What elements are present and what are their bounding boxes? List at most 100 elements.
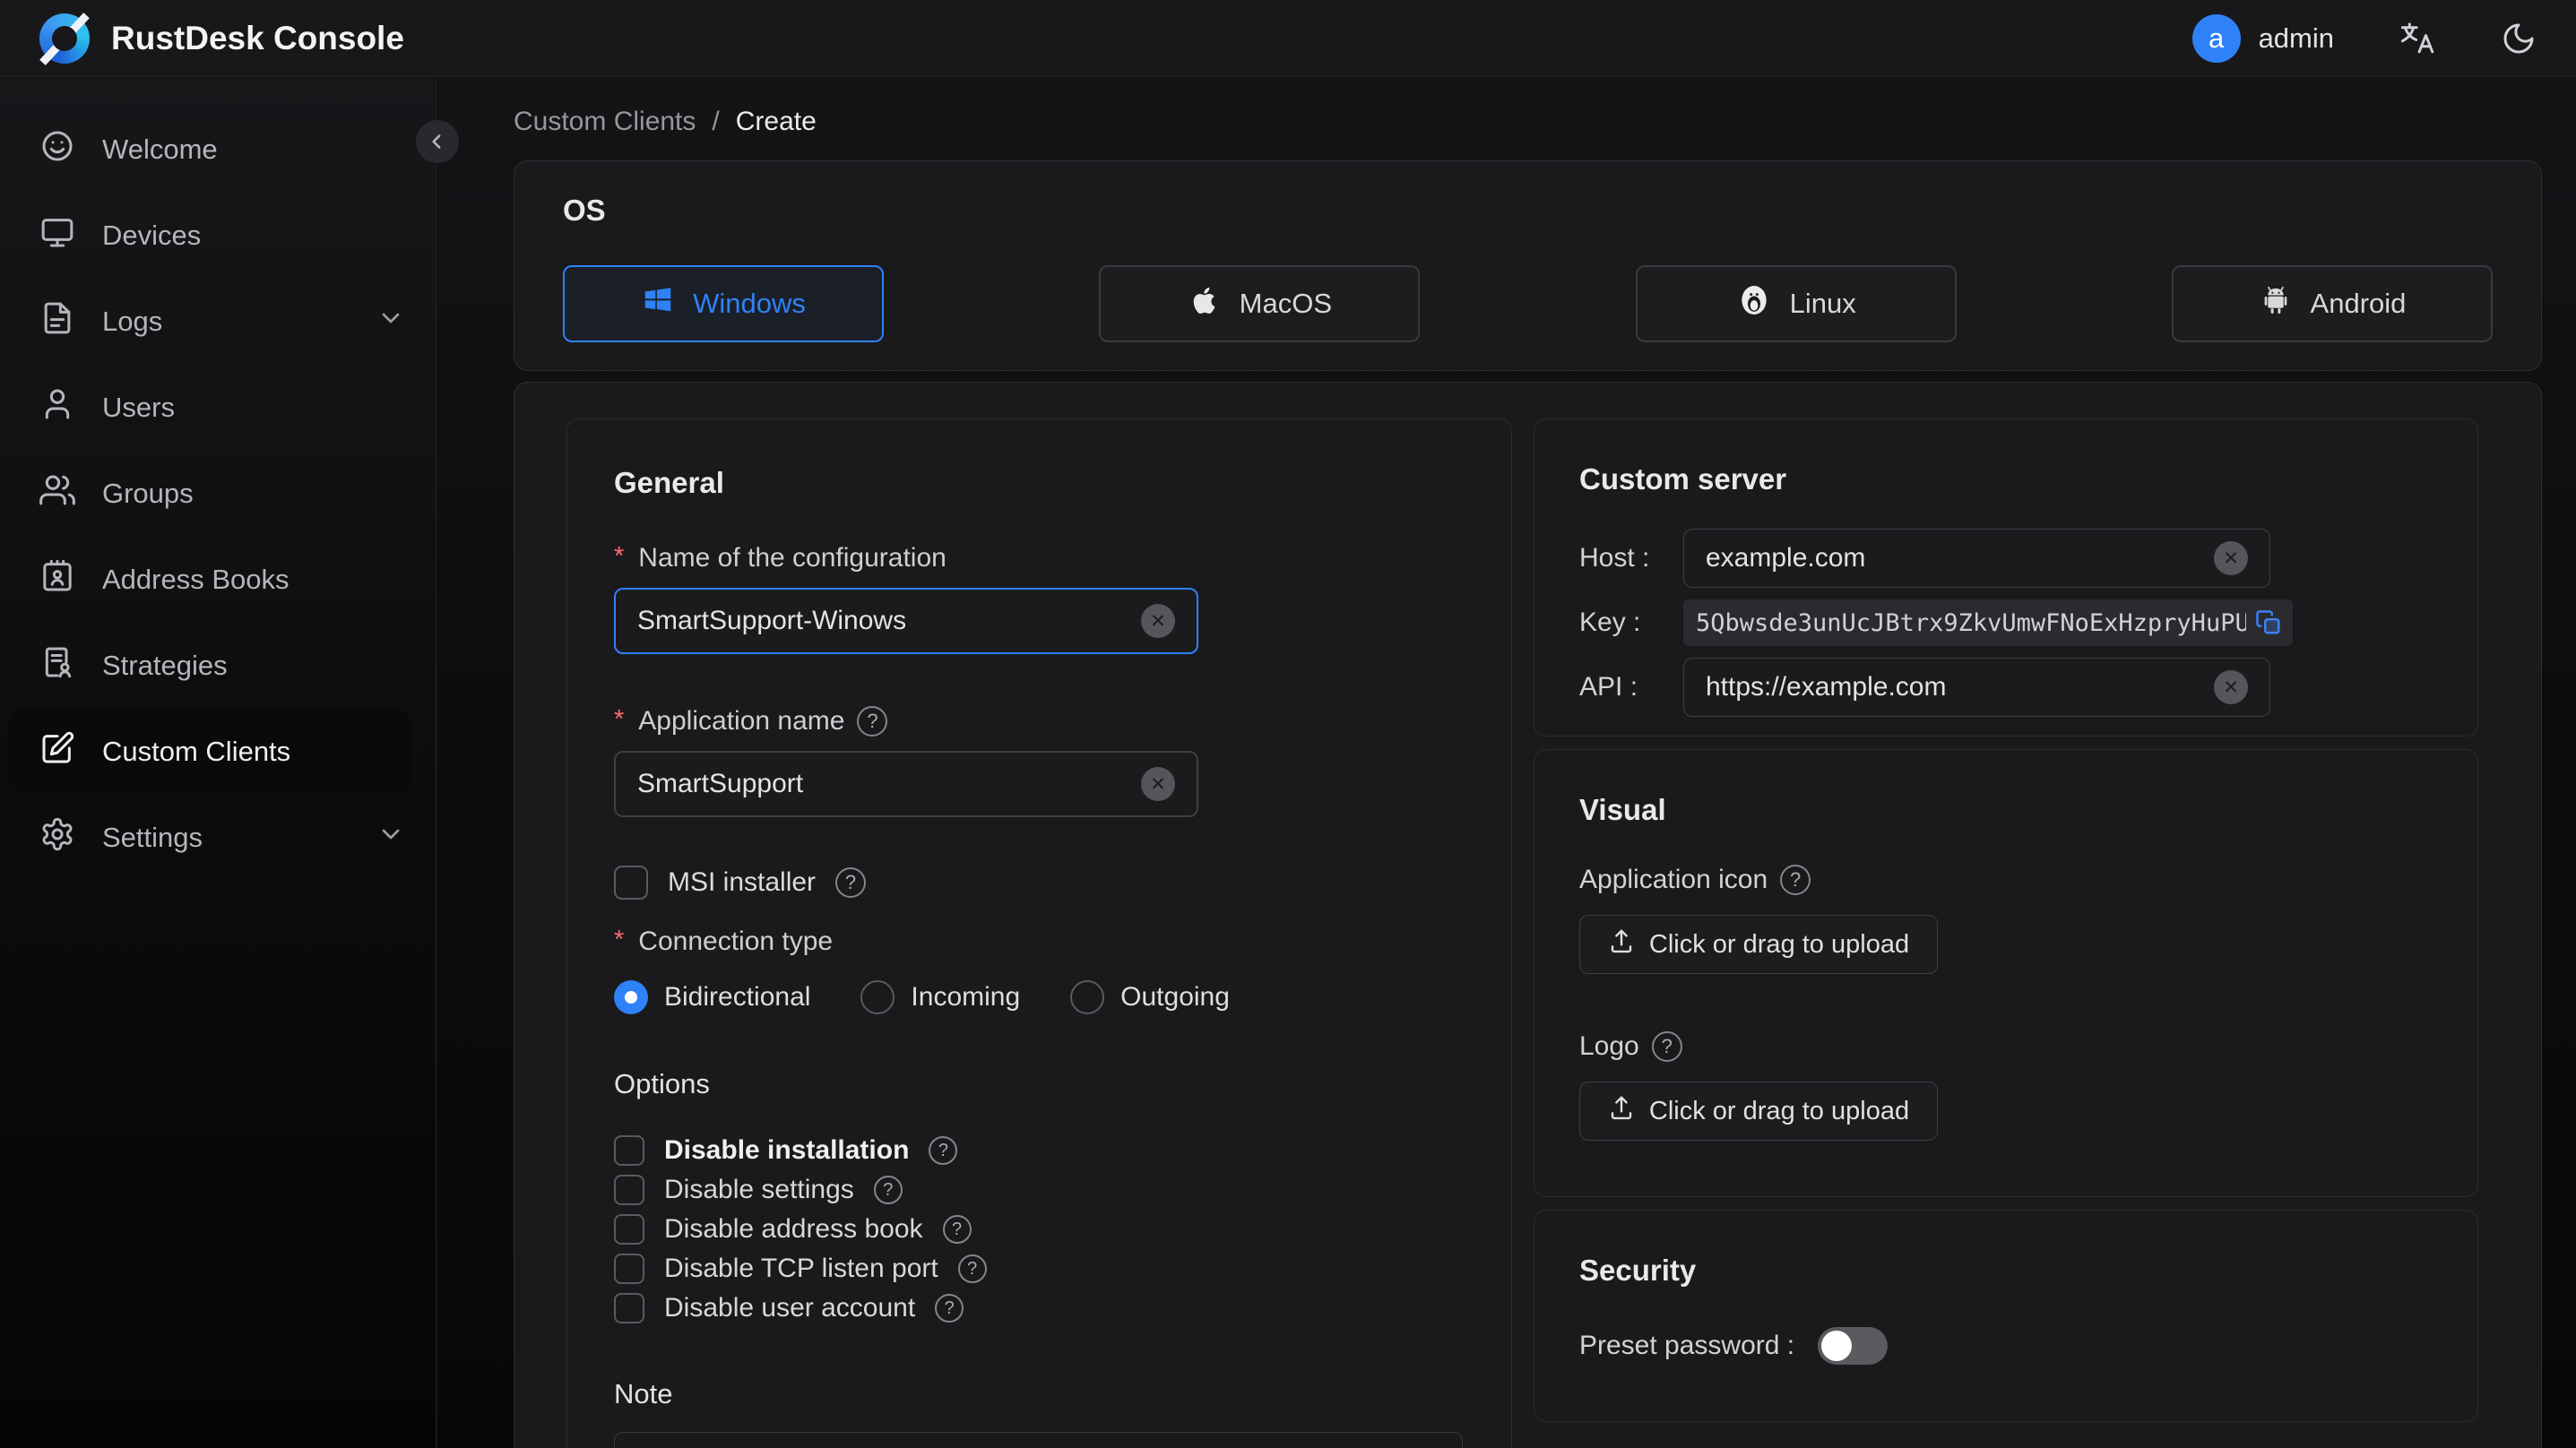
help-icon[interactable]: ? (1780, 865, 1811, 895)
translate-icon[interactable] (2399, 20, 2436, 57)
os-button-android[interactable]: Android (2171, 265, 2493, 342)
sidebar-item-users[interactable]: Users (0, 365, 436, 451)
app-name-field: ✕ (614, 751, 1198, 817)
clear-icon[interactable]: ✕ (1141, 767, 1175, 801)
help-icon[interactable]: ? (873, 1176, 903, 1204)
user-icon (39, 386, 75, 429)
note-textarea[interactable] (614, 1432, 1463, 1448)
application-icon-label: Application icon ? (1579, 865, 2433, 895)
radio-icon[interactable] (860, 980, 895, 1014)
app-title: RustDesk Console (111, 19, 404, 56)
checkbox[interactable] (614, 1135, 644, 1166)
preset-password-toggle[interactable] (1818, 1327, 1889, 1365)
checkbox[interactable] (614, 1175, 644, 1205)
logo-upload-button[interactable]: Click or drag to upload (1579, 1082, 1938, 1141)
sidebar-item-welcome[interactable]: Welcome (0, 107, 436, 193)
os-section: OS Windows MacOS Linux Android (514, 160, 2542, 371)
clear-icon[interactable]: ✕ (2214, 541, 2248, 575)
strategy-icon (39, 644, 75, 687)
logo-label: Logo ? (1579, 1031, 2433, 1062)
os-button-linux[interactable]: Linux (1635, 265, 1957, 342)
address-book-icon (39, 558, 75, 601)
app-name-input[interactable] (637, 769, 1141, 799)
help-icon[interactable]: ? (935, 1294, 964, 1323)
chevron-down-icon (376, 304, 405, 340)
help-icon[interactable]: ? (957, 1254, 987, 1283)
required-marker: * (614, 541, 625, 571)
msi-installer-checkbox[interactable] (614, 866, 648, 900)
general-section: General * Name of the configuration ✕ * … (566, 418, 1512, 1448)
sidebar-item-settings[interactable]: Settings (0, 795, 436, 881)
sidebar-item-label: Strategies (102, 650, 228, 681)
checkbox[interactable] (614, 1293, 644, 1323)
key-label: Key : (1579, 608, 1641, 637)
sidebar-item-label: Logs (102, 306, 163, 337)
clear-icon[interactable]: ✕ (1141, 604, 1175, 638)
api-input[interactable] (1706, 672, 2214, 702)
app-icon-upload-button[interactable]: Click or drag to upload (1579, 915, 1938, 974)
radio-outgoing[interactable]: Outgoing (1070, 980, 1230, 1014)
options-title: Options (614, 1068, 710, 1099)
option-disable-installation: Disable installation ? (614, 1131, 1465, 1170)
monitor-icon (39, 214, 75, 257)
username: admin (2258, 22, 2334, 54)
copy-icon[interactable] (2255, 609, 2282, 636)
option-disable-user-account: Disable user account ? (614, 1289, 1465, 1328)
checkbox[interactable] (614, 1214, 644, 1245)
help-icon[interactable]: ? (857, 706, 888, 737)
visual-section: Visual Application icon ? Click or drag … (1534, 749, 2478, 1197)
help-icon[interactable]: ? (1651, 1031, 1682, 1062)
breadcrumb-parent[interactable]: Custom Clients (514, 107, 696, 137)
edit-icon (39, 730, 75, 773)
general-title: General (614, 466, 724, 499)
sidebar-item-groups[interactable]: Groups (0, 451, 436, 537)
sidebar-item-strategies[interactable]: Strategies (0, 623, 436, 709)
key-value: 5Qbwsde3unUcJBtrx9ZkvUmwFNoExHzpryHuPUdq… (1696, 608, 2246, 637)
checkbox[interactable] (614, 1254, 644, 1284)
radio-bidirectional[interactable]: Bidirectional (614, 980, 810, 1014)
sidebar: Welcome Devices Logs Users Groups Addres… (0, 78, 437, 1448)
os-button-macos[interactable]: MacOS (1099, 265, 1421, 342)
upload-icon (1608, 927, 1635, 961)
host-input[interactable] (1706, 543, 2214, 573)
visual-title: Visual (1579, 793, 1666, 826)
sidebar-item-logs[interactable]: Logs (0, 279, 436, 365)
security-title: Security (1579, 1254, 1697, 1287)
windows-icon (641, 283, 675, 324)
config-name-field: ✕ (614, 588, 1198, 654)
os-section-title: OS (563, 194, 606, 227)
android-icon (2259, 283, 2293, 324)
os-button-windows[interactable]: Windows (563, 265, 884, 342)
config-name-input[interactable] (637, 606, 1141, 636)
sidebar-item-label: Settings (102, 822, 203, 853)
clear-icon[interactable]: ✕ (2214, 670, 2248, 704)
host-field: ✕ (1683, 529, 2270, 588)
breadcrumb-separator: / (712, 107, 720, 136)
help-icon[interactable]: ? (835, 867, 867, 898)
help-icon[interactable]: ? (942, 1215, 972, 1244)
sidebar-item-label: Users (102, 392, 175, 423)
os-button-label: Android (2310, 288, 2407, 319)
help-icon[interactable]: ? (929, 1136, 958, 1165)
main-content: Custom Clients / Create OS Windows MacOS… (437, 78, 2576, 1448)
avatar[interactable]: a (2191, 13, 2241, 63)
sidebar-item-custom-clients[interactable]: Custom Clients (7, 709, 412, 795)
os-button-label: MacOS (1239, 288, 1332, 319)
sidebar-collapse-button[interactable] (416, 120, 459, 163)
sidebar-item-devices[interactable]: Devices (0, 193, 436, 279)
option-disable-address-book: Disable address book ? (614, 1210, 1465, 1249)
msi-installer-label: MSI installer (668, 867, 817, 897)
radio-icon[interactable] (614, 980, 648, 1014)
host-row: Host : ✕ (1579, 529, 2433, 588)
radio-incoming[interactable]: Incoming (860, 980, 1020, 1014)
linux-penguin-icon (1736, 282, 1772, 325)
gear-icon (39, 816, 75, 859)
dark-mode-moon-icon[interactable] (2501, 21, 2537, 56)
api-label: API : (1579, 672, 1638, 702)
note-label: Note (614, 1378, 673, 1409)
custom-server-title: Custom server (1579, 462, 1787, 496)
key-row: Key : 5Qbwsde3unUcJBtrx9ZkvUmwFNoExHzpry… (1579, 593, 2433, 652)
sidebar-item-address-books[interactable]: Address Books (0, 537, 436, 623)
custom-server-section: Custom server Host : ✕ Key : 5Qbwsde3unU… (1534, 418, 2478, 737)
radio-icon[interactable] (1070, 980, 1105, 1014)
